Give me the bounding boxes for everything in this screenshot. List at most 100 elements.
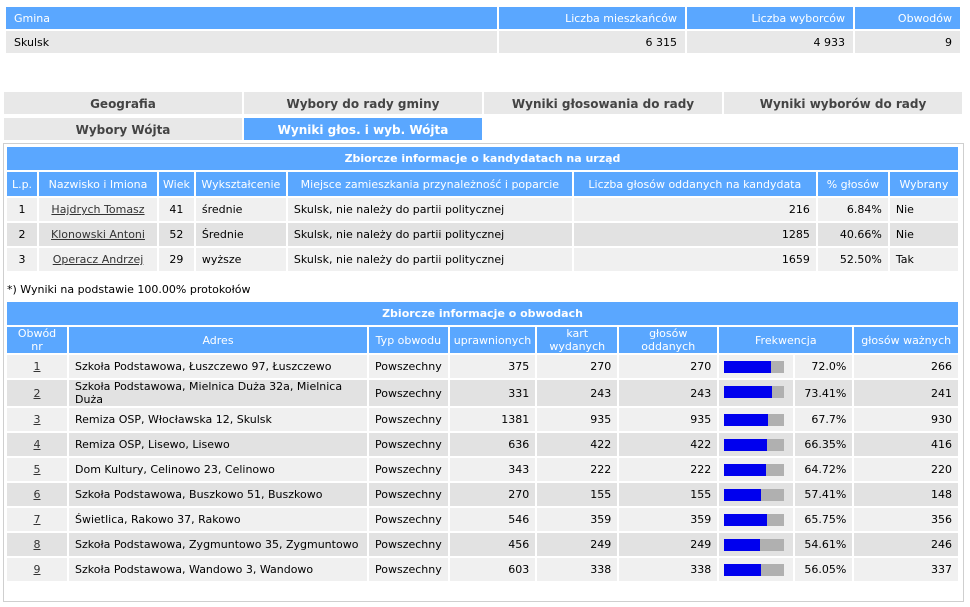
col-adres: Adres xyxy=(69,327,367,353)
candidate-pct: 40.66% xyxy=(817,223,888,246)
turnout-bar xyxy=(724,414,785,426)
gmina-name: Skulsk xyxy=(6,31,497,53)
district-row: 1 Szkoła Podstawowa, Łuszczewo 97, Łuszcz… xyxy=(7,355,958,378)
candidate-pct: 52.50% xyxy=(817,248,888,271)
district-wazne: 220 xyxy=(854,458,958,481)
header-obwodow: Obwodów xyxy=(855,7,960,29)
district-nr-link[interactable]: 1 xyxy=(34,360,41,373)
col-wazne: głosów ważnych xyxy=(854,327,958,353)
tab-bar: Geografia Wybory do rady gminy Wyniki gł… xyxy=(3,91,963,143)
district-address: Remiza OSP, Włocławska 12, Skulsk xyxy=(69,408,367,431)
district-nr-link[interactable]: 3 xyxy=(34,413,41,426)
col-place: Miejsce zamieszkania przynależność i pop… xyxy=(287,172,572,196)
district-nr-link[interactable]: 9 xyxy=(34,563,41,576)
turnout-bar xyxy=(724,386,785,398)
district-nr-link[interactable]: 8 xyxy=(34,538,41,551)
districts-table: Zbiorcze informacje o obwodach Obwód nr … xyxy=(5,300,960,583)
district-row: 9 Szkoła Podstawowa, Wandowo 3, Wandowo Po… xyxy=(7,558,958,581)
wyborcy-value: 4 933 xyxy=(687,31,853,53)
district-type: Powszechny xyxy=(369,508,448,531)
candidate-name-link[interactable]: Hajdrych Tomasz xyxy=(51,203,144,216)
district-address: Dom Kultury, Celinowo 23, Celinowo xyxy=(69,458,367,481)
candidate-lp: 2 xyxy=(7,223,37,246)
candidate-name-link[interactable]: Operacz Andrzej xyxy=(53,253,144,266)
candidate-votes: 216 xyxy=(573,198,816,221)
district-uprawnionych: 546 xyxy=(449,508,536,531)
col-oddanych: głosów oddanych xyxy=(619,327,718,353)
districts-title: Zbiorcze informacje o obwodach xyxy=(7,302,958,325)
district-oddanych: 359 xyxy=(619,508,718,531)
district-row: 7 Świetlica, Rakowo 37, Rakowo Powszechny 5… xyxy=(7,508,958,531)
turnout-bar-cell xyxy=(719,355,794,378)
district-wazne: 266 xyxy=(854,355,958,378)
col-edu: Wykształcenie xyxy=(195,172,286,196)
protocol-note: *) Wyniki na podstawie 100.00% protokołó… xyxy=(7,283,251,296)
candidate-row: 1 Hajdrych Tomasz 41 średnie Skulsk, nie… xyxy=(7,198,958,221)
tab-wyniki-glosowania-rady[interactable]: Wyniki głosowania do rady xyxy=(483,91,723,115)
candidate-lp: 3 xyxy=(7,248,37,271)
district-kart: 338 xyxy=(537,558,618,581)
district-oddanych: 155 xyxy=(619,483,718,506)
turnout-bar xyxy=(724,464,785,476)
tab-wyniki-wojta[interactable]: Wyniki głos. i wyb. Wójta xyxy=(243,117,483,141)
candidates-table: Zbiorcze informacje o kandydatach na urz… xyxy=(5,145,960,273)
district-oddanych: 338 xyxy=(619,558,718,581)
district-address: Szkoła Podstawowa, Zygmuntowo 35, Zygmun… xyxy=(69,533,367,556)
col-typ: Typ obwodu xyxy=(369,327,448,353)
district-row: 4 Remiza OSP, Lisewo, Lisewo Powszechny 636… xyxy=(7,433,958,456)
district-type: Powszechny xyxy=(369,380,448,406)
turnout-bar xyxy=(724,361,785,373)
tab-wyniki-wyborow-rady[interactable]: Wyniki wyborów do rady xyxy=(723,91,963,115)
col-uprawnionych: uprawnionych xyxy=(449,327,536,353)
district-row: 5 Dom Kultury, Celinowo 23, Celinowo Powsz… xyxy=(7,458,958,481)
district-nr-link[interactable]: 7 xyxy=(34,513,41,526)
district-wazne: 148 xyxy=(854,483,958,506)
tab-wybory-wojta[interactable]: Wybory Wójta xyxy=(3,117,243,141)
candidate-lp: 1 xyxy=(7,198,37,221)
district-type: Powszechny xyxy=(369,408,448,431)
district-nr-link[interactable]: 5 xyxy=(34,463,41,476)
district-nr-link[interactable]: 4 xyxy=(34,438,41,451)
district-kart: 359 xyxy=(537,508,618,531)
turnout-bar-cell xyxy=(719,408,794,431)
tab-wybory-rady[interactable]: Wybory do rady gminy xyxy=(243,91,483,115)
district-row: 2 Szkoła Podstawowa, Mielnica Duża 32a, M… xyxy=(7,380,958,406)
district-address: Szkoła Podstawowa, Buszkowo 51, Buszkowo xyxy=(69,483,367,506)
district-frekwencja: 57.41% xyxy=(795,483,853,506)
district-oddanych: 270 xyxy=(619,355,718,378)
turnout-bar-fill xyxy=(724,386,772,398)
col-votes: Liczba głosów oddanych na kandydata xyxy=(573,172,816,196)
district-address: Świetlica, Rakowo 37, Rakowo xyxy=(69,508,367,531)
district-frekwencja: 54.61% xyxy=(795,533,853,556)
candidate-name-link[interactable]: Klonowski Antoni xyxy=(51,228,145,241)
turnout-bar-fill xyxy=(724,414,769,426)
district-nr-link[interactable]: 6 xyxy=(34,488,41,501)
col-lp: L.p. xyxy=(7,172,37,196)
district-kart: 249 xyxy=(537,533,618,556)
district-frekwencja: 65.75% xyxy=(795,508,853,531)
obwodow-value: 9 xyxy=(855,31,960,53)
turnout-bar-cell xyxy=(719,533,794,556)
district-row: 6 Szkoła Podstawowa, Buszkowo 51, Buszkow… xyxy=(7,483,958,506)
header-mieszkancy: Liczba mieszkańców xyxy=(499,7,685,29)
candidate-age: 29 xyxy=(159,248,194,271)
turnout-bar-fill xyxy=(724,439,768,451)
turnout-bar xyxy=(724,489,785,501)
district-wazne: 356 xyxy=(854,508,958,531)
candidate-votes: 1285 xyxy=(573,223,816,246)
mieszkancy-value: 6 315 xyxy=(499,31,685,53)
district-nr-link[interactable]: 2 xyxy=(34,387,41,400)
turnout-bar-fill xyxy=(724,564,761,576)
tab-geografia[interactable]: Geografia xyxy=(3,91,243,115)
candidate-edu: średnie xyxy=(195,198,286,221)
turnout-bar xyxy=(724,439,785,451)
district-wazne: 930 xyxy=(854,408,958,431)
district-address: Szkoła Podstawowa, Wandowo 3, Wandowo xyxy=(69,558,367,581)
header-gmina: Gmina xyxy=(6,7,497,29)
district-frekwencja: 72.0% xyxy=(795,355,853,378)
district-wazne: 416 xyxy=(854,433,958,456)
district-type: Powszechny xyxy=(369,458,448,481)
district-frekwencja: 67.7% xyxy=(795,408,853,431)
candidate-row: 2 Klonowski Antoni 52 Średnie Skulsk, ni… xyxy=(7,223,958,246)
district-wazne: 246 xyxy=(854,533,958,556)
